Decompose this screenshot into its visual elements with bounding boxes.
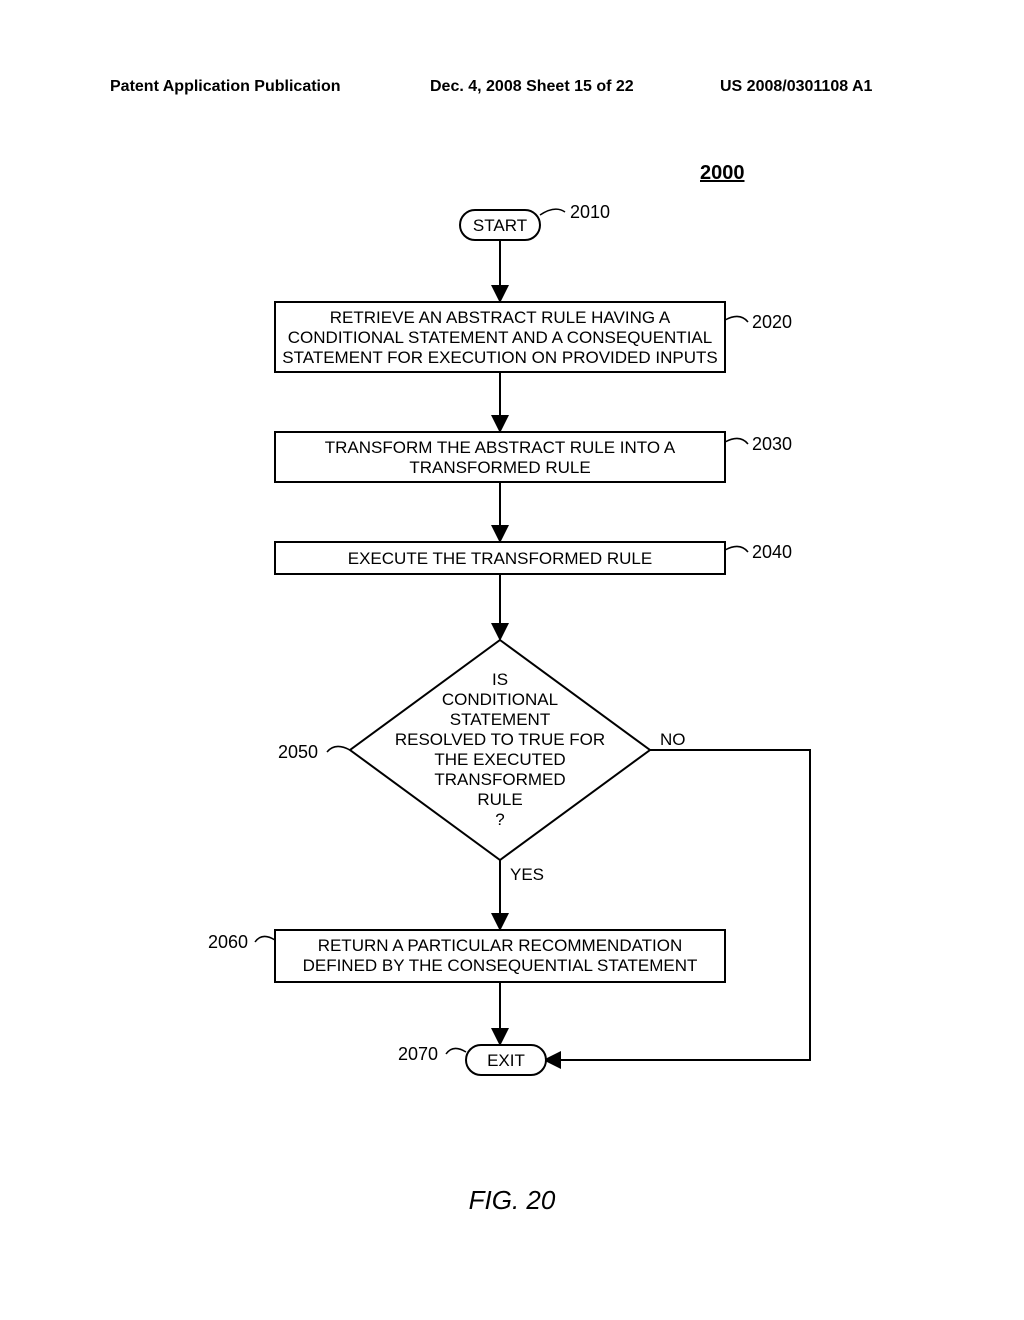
step4-line1: RETURN A PARTICULAR RECOMMENDATION bbox=[318, 936, 683, 955]
decision-l2: CONDITIONAL bbox=[442, 690, 558, 709]
step3-line1: EXECUTE THE TRANSFORMED RULE bbox=[348, 549, 652, 568]
flowchart-svg: START 2010 RETRIEVE AN ABSTRACT RULE HAV… bbox=[0, 0, 1024, 1320]
step3-ref: 2040 bbox=[752, 542, 792, 562]
exit-label: EXIT bbox=[487, 1051, 525, 1070]
decision-l5: THE EXECUTED bbox=[434, 750, 565, 769]
decision-l1: IS bbox=[492, 670, 508, 689]
decision-yes-label: YES bbox=[510, 865, 544, 884]
decision-l6: TRANSFORMED bbox=[434, 770, 565, 789]
exit-node: EXIT bbox=[466, 1045, 546, 1075]
step1-ref: 2020 bbox=[752, 312, 792, 332]
decision-l8: ? bbox=[495, 810, 504, 829]
step4-ref: 2060 bbox=[208, 932, 248, 952]
start-label: START bbox=[473, 216, 527, 235]
step1-line2: CONDITIONAL STATEMENT AND A CONSEQUENTIA… bbox=[288, 328, 712, 347]
step-transform-rule: TRANSFORM THE ABSTRACT RULE INTO A TRANS… bbox=[275, 432, 725, 482]
figure-caption: FIG. 20 bbox=[0, 1185, 1024, 1216]
step1-line1: RETRIEVE AN ABSTRACT RULE HAVING A bbox=[330, 308, 671, 327]
step2-line2: TRANSFORMED RULE bbox=[409, 458, 590, 477]
step-execute-rule: EXECUTE THE TRANSFORMED RULE bbox=[275, 542, 725, 574]
start-ref: 2010 bbox=[570, 202, 610, 222]
step2-line1: TRANSFORM THE ABSTRACT RULE INTO A bbox=[325, 438, 676, 457]
decision-l3: STATEMENT bbox=[450, 710, 550, 729]
decision-l7: RULE bbox=[477, 790, 522, 809]
decision-l4: RESOLVED TO TRUE FOR bbox=[395, 730, 605, 749]
step4-line2: DEFINED BY THE CONSEQUENTIAL STATEMENT bbox=[303, 956, 698, 975]
decision-no-label: NO bbox=[660, 730, 686, 749]
step-return-recommendation: RETURN A PARTICULAR RECOMMENDATION DEFIN… bbox=[275, 930, 725, 982]
decision-conditional-true: IS CONDITIONAL STATEMENT RESOLVED TO TRU… bbox=[350, 640, 650, 860]
decision-ref: 2050 bbox=[278, 742, 318, 762]
step1-line3: STATEMENT FOR EXECUTION ON PROVIDED INPU… bbox=[282, 348, 717, 367]
start-node: START bbox=[460, 210, 540, 240]
step2-ref: 2030 bbox=[752, 434, 792, 454]
step-retrieve-rule: RETRIEVE AN ABSTRACT RULE HAVING A CONDI… bbox=[275, 302, 725, 372]
exit-ref: 2070 bbox=[398, 1044, 438, 1064]
page-container: Patent Application Publication Dec. 4, 2… bbox=[0, 0, 1024, 1320]
